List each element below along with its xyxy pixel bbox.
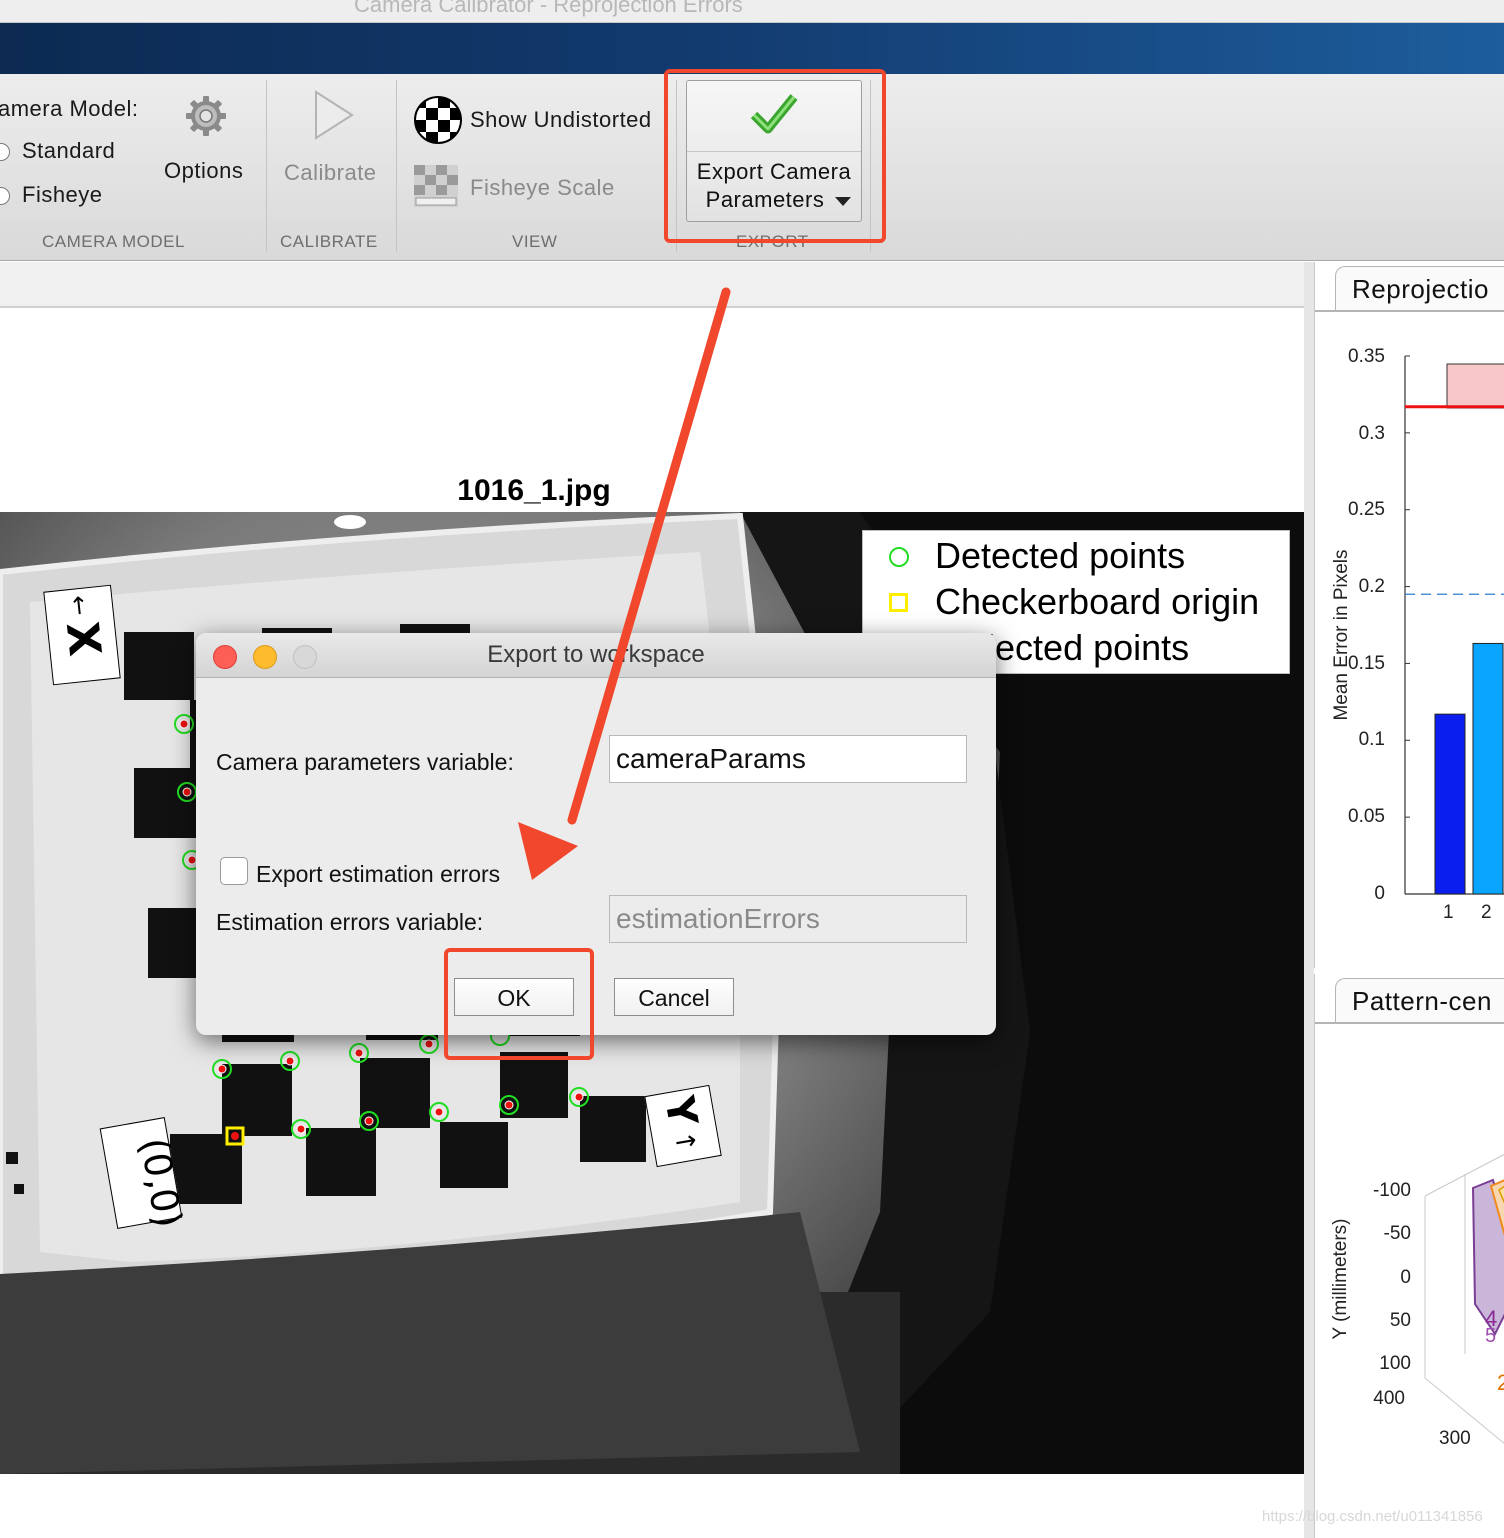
image-title: 1016_1.jpg [457,474,611,507]
cancel-button[interactable]: Cancel [614,978,734,1016]
toolstrip-separator [266,80,267,252]
watermark: https://blog.csdn.net/u011341856 [1262,1508,1483,1525]
bar-1[interactable] [1434,713,1466,895]
checkerboard-icon [414,96,462,144]
origin-marker-icon [889,593,908,612]
fisheye-scale-icon [414,165,458,207]
svg-text:5: 5 [1485,1325,1496,1347]
radio-fisheye-label[interactable]: Fisheye [22,182,103,208]
window-title: Camera Calibrator - Reprojection Errors [354,0,743,17]
export-errors-label[interactable]: Export estimation errors [256,861,500,888]
pattern-centric-panel: Pattern-cen Y (millimeters) -100 -50 0 5… [1314,974,1504,1538]
camera-params-label: Camera parameters variable: [216,749,514,775]
errors-var-input[interactable] [609,895,967,943]
selection-box [1446,363,1504,409]
image-panel-header [0,262,1304,308]
options-button[interactable]: Options [164,158,243,184]
legend-origin: Checkerboard origin [935,581,1260,622]
camera-model-label: amera Model: [0,96,139,121]
section-camera-model: CAMERA MODEL [42,232,185,251]
toolstrip-separator [396,80,397,252]
gear-icon[interactable] [184,94,228,138]
section-view: VIEW [512,232,558,251]
calibrate-button[interactable]: Calibrate [284,160,377,186]
app-header-banner [0,23,1504,74]
dialog-title: Export to workspace [487,641,705,668]
errors-var-label: Estimation errors variable: [216,909,484,935]
dialog-title-bar: Export to workspace [196,633,996,678]
x-tick: 2 [1481,902,1492,923]
detected-marker-icon [889,547,909,567]
window-title-bar: Camera Calibrator - Reprojection Errors [0,0,1504,23]
svg-text:2: 2 [1497,1370,1504,1395]
highlight-export-annotation [664,69,886,243]
show-undistorted-button[interactable]: Show Undistorted [470,107,652,133]
reprojection-errors-panel: Reprojectio Mean Error in Pixels 0.35 0.… [1314,262,1504,968]
section-calibrate: CALIBRATE [280,232,378,251]
pattern-3d-plot: 4 5 2 [1424,1153,1504,1444]
highlight-ok-annotation [444,948,594,1060]
x-tick: 1 [1443,902,1454,923]
panel-splitter[interactable] [1304,262,1314,1538]
play-icon [312,90,356,140]
bar-2[interactable] [1472,642,1504,895]
legend-detected: Detected points [935,535,1186,576]
radio-standard-label[interactable]: Standard [22,138,115,164]
y-axis-label: Y → [644,1084,722,1168]
camera-params-input[interactable] [609,735,967,783]
export-to-workspace-dialog: Export to workspace Camera parameters va… [196,633,996,1035]
fisheye-scale-button[interactable]: Fisheye Scale [470,175,615,201]
reprojection-bar-chart [1404,355,1504,895]
export-errors-checkbox[interactable] [220,857,248,885]
x-axis-label: ↑ X [43,584,121,686]
